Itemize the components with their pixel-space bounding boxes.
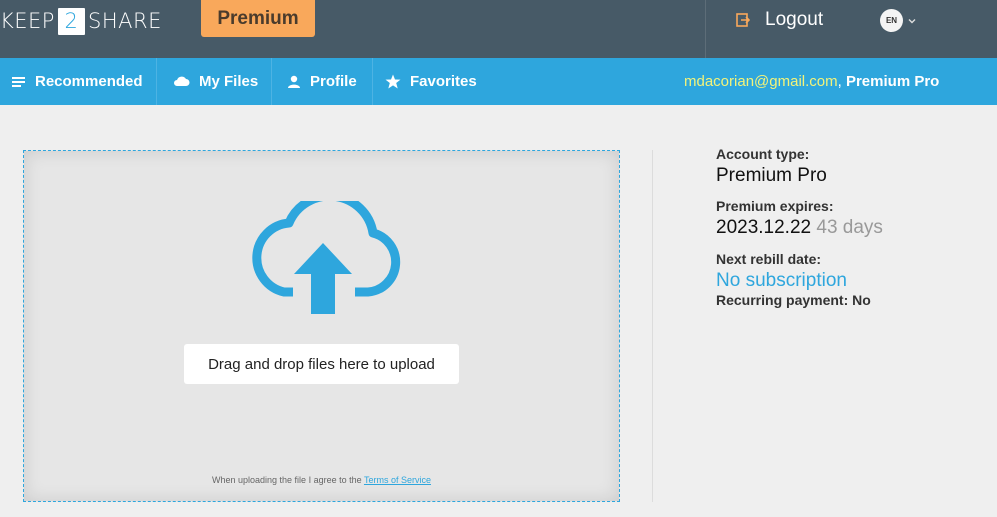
user-plan: Premium Pro: [845, 73, 940, 90]
nav-label: Profile: [310, 73, 357, 90]
nav-label: Favorites: [410, 73, 477, 90]
nav-item-recommended[interactable]: Recommended: [12, 58, 143, 105]
header-divider: [705, 0, 706, 58]
nav-label: My Files: [199, 73, 259, 90]
terms-of-service-link[interactable]: Terms of Service: [364, 475, 431, 485]
logout-label: Logout: [765, 9, 824, 30]
terms-notice: When uploading the file I agree to the T…: [24, 475, 619, 485]
user-info: mdacorian@gmail.com, Premium Pro: [684, 58, 939, 105]
cloud-upload-icon: [252, 201, 401, 314]
language-code: EN: [880, 9, 903, 32]
column-divider: [652, 150, 653, 502]
rebill-date-label: Next rebill date:: [716, 251, 822, 267]
no-subscription-link[interactable]: No subscription: [716, 270, 986, 292]
logo-badge: 2: [57, 7, 85, 35]
nav-item-profile[interactable]: Profile: [287, 58, 357, 105]
user-email[interactable]: mdacorian@gmail.com: [684, 73, 838, 90]
language-selector[interactable]: EN: [880, 9, 916, 32]
account-type-value: Premium Pro: [716, 165, 827, 186]
logout-icon: [736, 13, 750, 27]
top-header: KEEP 2 SHARE Premium Logout EN: [0, 0, 997, 58]
nav-item-favorites[interactable]: Favorites: [385, 58, 477, 105]
upload-dropzone[interactable]: Drag and drop files here to upload When …: [23, 150, 620, 502]
nav-item-my-files[interactable]: My Files: [173, 58, 258, 105]
chevron-down-icon: [908, 18, 916, 23]
recurring-label: Recurring payment:: [716, 292, 849, 308]
cloud-icon: [173, 76, 190, 87]
star-icon: [385, 74, 401, 89]
logo-text-right: SHARE: [87, 9, 162, 33]
expiry-date: 2023.12.22: [716, 217, 812, 238]
nav-label: Recommended: [35, 73, 143, 90]
recurring-payment: Recurring payment: No: [716, 292, 986, 308]
account-type-label: Account type:: [716, 146, 810, 162]
drop-files-button[interactable]: Drag and drop files here to upload: [184, 344, 459, 384]
user-separator: ,: [837, 73, 846, 90]
nav-divider: [372, 58, 373, 105]
premium-expires-label: Premium expires:: [716, 198, 834, 214]
terms-prefix: When uploading the file I agree to the: [212, 475, 364, 485]
account-info-panel: Account type: Premium Pro Premium expire…: [716, 146, 986, 308]
main-nav: Recommended My Files Profile Favorites m…: [0, 58, 997, 105]
list-icon: [12, 76, 26, 88]
logout-button[interactable]: Logout: [736, 8, 823, 32]
premium-expires-value: 2023.12.22 43 days: [716, 217, 986, 239]
premium-button[interactable]: Premium: [201, 0, 315, 37]
logo-text-left: KEEP: [0, 9, 55, 33]
recurring-value: No: [852, 292, 871, 308]
nav-divider: [271, 58, 272, 105]
nav-divider: [156, 58, 157, 105]
site-logo[interactable]: KEEP 2 SHARE: [0, 7, 162, 35]
user-icon: [287, 75, 301, 89]
days-remaining: 43 days: [816, 217, 883, 238]
